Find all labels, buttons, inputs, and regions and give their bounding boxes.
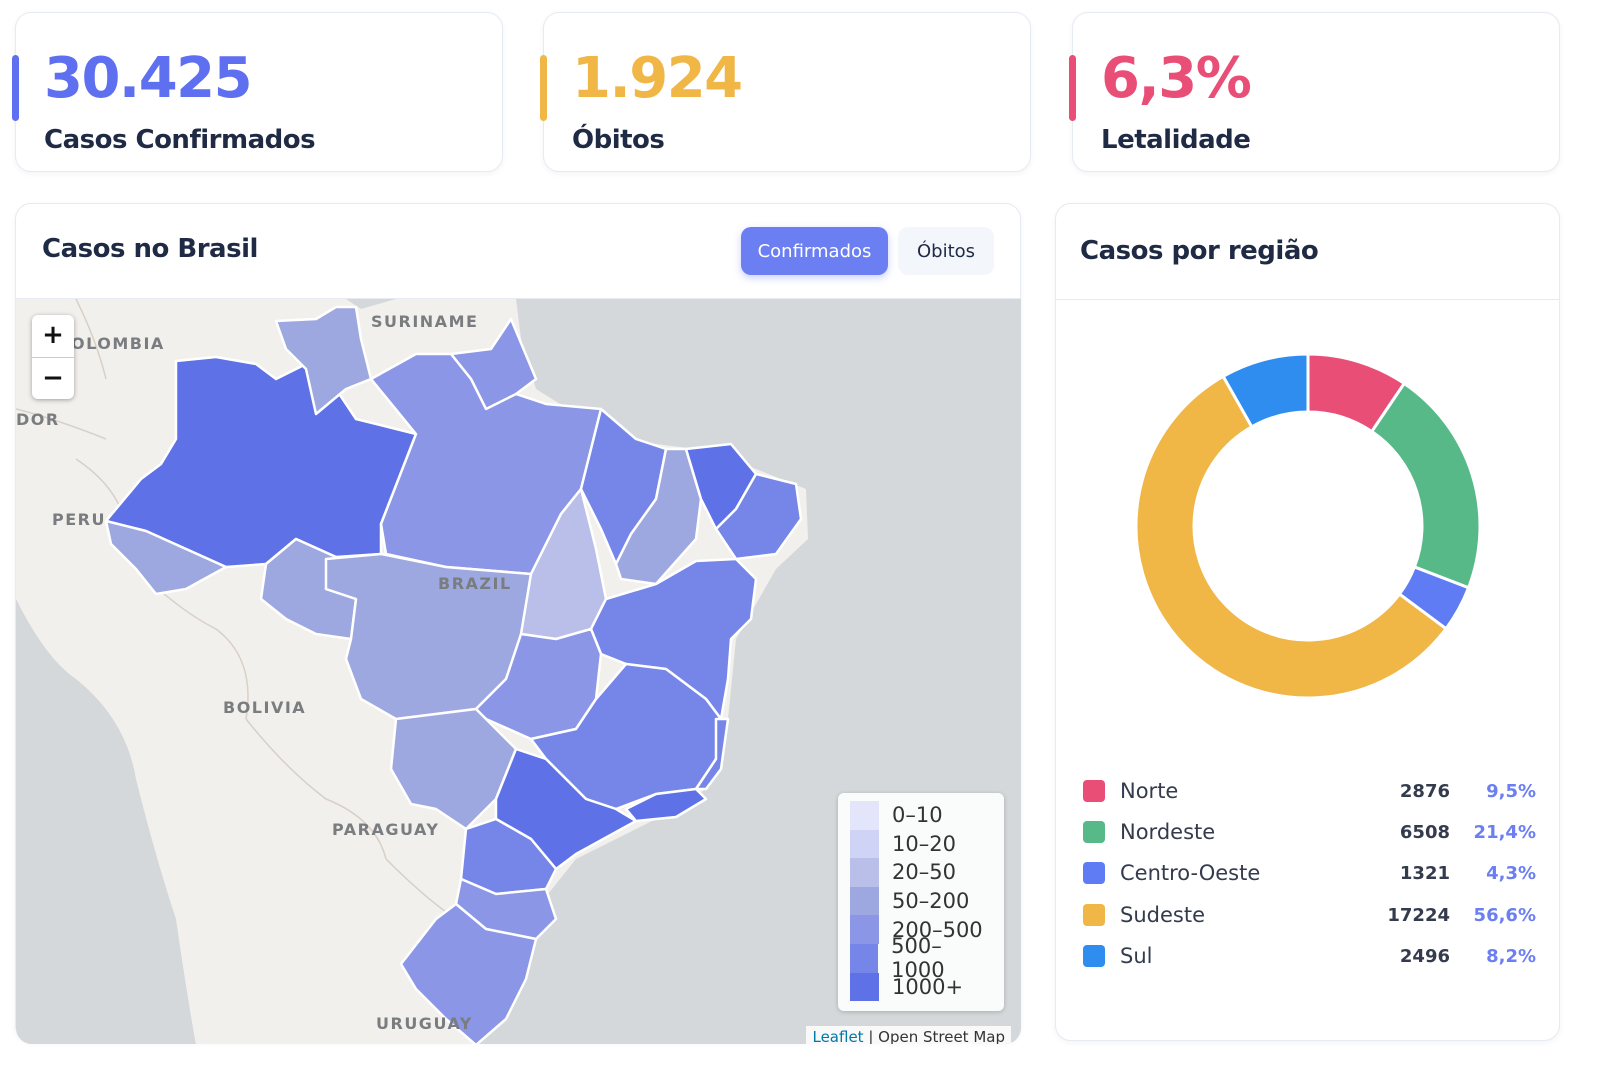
region-row-sul: Sul 2496 8,2% [1080, 942, 1536, 974]
region-count: 2496 [1399, 946, 1450, 967]
legend-swatch [850, 801, 879, 830]
country-label-ecuador: DOR [16, 410, 60, 429]
region-row-sudeste: Sudeste 17224 56,6% [1080, 901, 1536, 933]
confirmed-cases-label: Casos Confirmados [44, 125, 316, 155]
stat-accent-bar [1069, 55, 1076, 121]
legend-label: 20–50 [892, 860, 956, 885]
region-donut-chart [1134, 352, 1482, 700]
deaths-label: Óbitos [572, 125, 665, 155]
country-label-bolivia: BOLIVIA [223, 698, 306, 717]
region-name: Sul [1120, 944, 1153, 968]
region-count: 6508 [1399, 822, 1450, 843]
region-name: Norte [1120, 779, 1179, 803]
region-percent: 8,2% [1486, 946, 1536, 967]
region-card: Casos por região Norte 2876 9,5% Nordest… [1055, 203, 1560, 1041]
legend-item: 0–10 [850, 801, 992, 830]
stat-card-lethality: 6,3% Letalidade [1069, 12, 1560, 172]
legend-label: 0–10 [892, 803, 943, 828]
region-percent: 56,6% [1473, 905, 1536, 926]
legend-item: 10–20 [850, 829, 992, 859]
region-swatch [1083, 780, 1105, 802]
lethality-value: 6,3% [1101, 46, 1252, 111]
legend-swatch [850, 858, 879, 887]
donut-slice-nordeste[interactable] [1369, 381, 1482, 590]
confirmed-cases-value: 30.425 [44, 46, 253, 111]
country-label-paraguay: PARAGUAY [332, 820, 439, 839]
region-swatch [1083, 904, 1105, 926]
legend-label: 1000+ [892, 974, 964, 999]
stat-card-deaths: 1.924 Óbitos [540, 12, 1031, 172]
region-percent: 4,3% [1486, 863, 1536, 884]
legend-swatch [850, 943, 879, 973]
deaths-toggle-button[interactable]: Óbitos [898, 227, 994, 275]
legend-item: 500–1000 [850, 934, 992, 982]
confirmed-toggle-button[interactable]: Confirmados [741, 227, 888, 275]
region-count: 2876 [1399, 781, 1450, 802]
legend-swatch [850, 886, 879, 916]
legend-swatch [850, 915, 879, 944]
map-card-title: Casos no Brasil [42, 234, 258, 264]
region-name: Sudeste [1120, 903, 1205, 927]
region-card-title: Casos por região [1080, 236, 1319, 266]
region-row-nordeste: Nordeste 6508 21,4% [1080, 818, 1536, 850]
country-label-brazil: BRAZIL [438, 574, 512, 593]
stat-accent-bar [540, 55, 547, 121]
attribution-text: | Open Street Map [863, 1028, 1005, 1044]
region-count: 17224 [1387, 905, 1450, 926]
region-card-divider [1056, 299, 1559, 300]
region-row-norte: Norte 2876 9,5% [1080, 777, 1536, 809]
zoom-out-button[interactable]: − [32, 357, 74, 399]
legend-item: 50–200 [850, 886, 992, 916]
deaths-value: 1.924 [572, 46, 743, 111]
stat-accent-bar [12, 55, 19, 121]
country-label-suriname: SURINAME [371, 312, 478, 331]
legend-label: 10–20 [892, 831, 956, 856]
region-percent: 21,4% [1473, 822, 1536, 843]
country-label-uruguay: URUGUAY [376, 1014, 473, 1033]
stat-card-confirmed: 30.425 Casos Confirmados [12, 12, 503, 172]
region-row-centro-oeste: Centro-Oeste 1321 4,3% [1080, 859, 1536, 891]
map-legend: 0–10 10–20 20–50 50–200 200–500 500–1000… [838, 793, 1004, 1011]
region-swatch [1083, 862, 1105, 884]
map-attribution: Leaflet | Open Street Map [806, 1026, 1011, 1044]
region-swatch [1083, 821, 1105, 843]
legend-swatch [850, 972, 879, 1002]
region-swatch [1083, 945, 1105, 967]
region-percent: 9,5% [1486, 781, 1536, 802]
country-label-peru: PERU [52, 510, 106, 529]
choropleth-map[interactable]: SURINAME OLOMBIA DOR PERU BRAZIL BOLIVIA… [16, 298, 1021, 1044]
map-card: Casos no Brasil Confirmados Óbitos SURIN… [15, 203, 1021, 1044]
region-name: Centro-Oeste [1120, 861, 1261, 885]
legend-item: 20–50 [850, 858, 992, 887]
legend-swatch [850, 829, 879, 859]
leaflet-link[interactable]: Leaflet [812, 1028, 863, 1044]
zoom-control: + − [32, 315, 74, 399]
region-count: 1321 [1399, 863, 1450, 884]
lethality-label: Letalidade [1101, 125, 1251, 155]
region-name: Nordeste [1120, 820, 1216, 844]
country-label-colombia: OLOMBIA [71, 334, 165, 353]
zoom-in-button[interactable]: + [32, 315, 74, 357]
legend-label: 50–200 [892, 889, 970, 914]
